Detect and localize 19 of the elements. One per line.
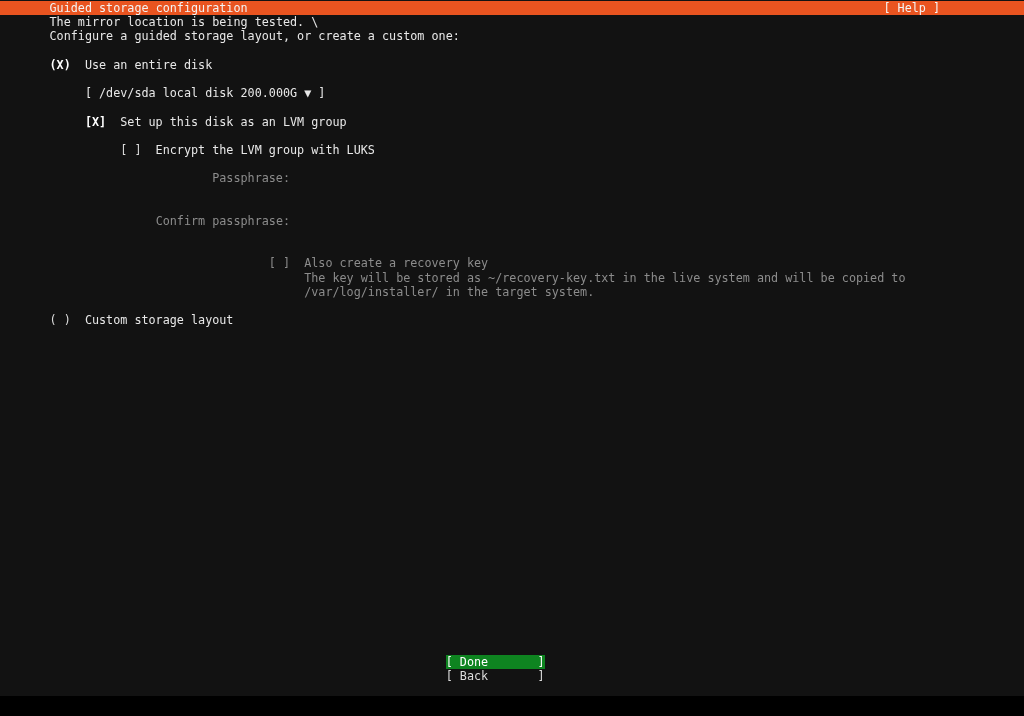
field-label: Confirm passphrase: — [155, 213, 291, 228]
option-label: Custom storage layout — [84, 313, 234, 328]
checkbox[interactable]: [X] — [84, 114, 121, 129]
radio-button[interactable]: ( ) — [49, 313, 85, 328]
screen-title: Guided storage configuration — [49, 1, 248, 16]
field-label: Passphrase: — [211, 171, 291, 186]
disk-dropdown[interactable]: [ /dev/sda local disk 200.000G ▼ ] — [84, 86, 326, 101]
message-text: Configure a guided storage layout, or create a custom one: — [49, 29, 460, 44]
option-label: Also create a recovery key — [304, 256, 490, 271]
message-text: The mirror location is being tested. \ — [49, 15, 319, 30]
option-label: Set up this disk as an LVM group — [120, 114, 347, 129]
checkbox[interactable]: [ ] — [120, 142, 156, 158]
radio-button[interactable]: (X) — [49, 57, 85, 72]
action-button[interactable]: [ Back ] — [445, 668, 545, 683]
action-button[interactable]: [ Done ] — [445, 654, 545, 669]
option-label: Encrypt the LVM group with LUKS — [155, 142, 375, 158]
description-text: /var/log/installer/ in the target system. — [304, 284, 595, 299]
option-label: Use an entire disk — [84, 57, 213, 72]
description-text: The key will be stored as ~/recovery-key.txt in the live system and will be copied to — [304, 270, 906, 285]
